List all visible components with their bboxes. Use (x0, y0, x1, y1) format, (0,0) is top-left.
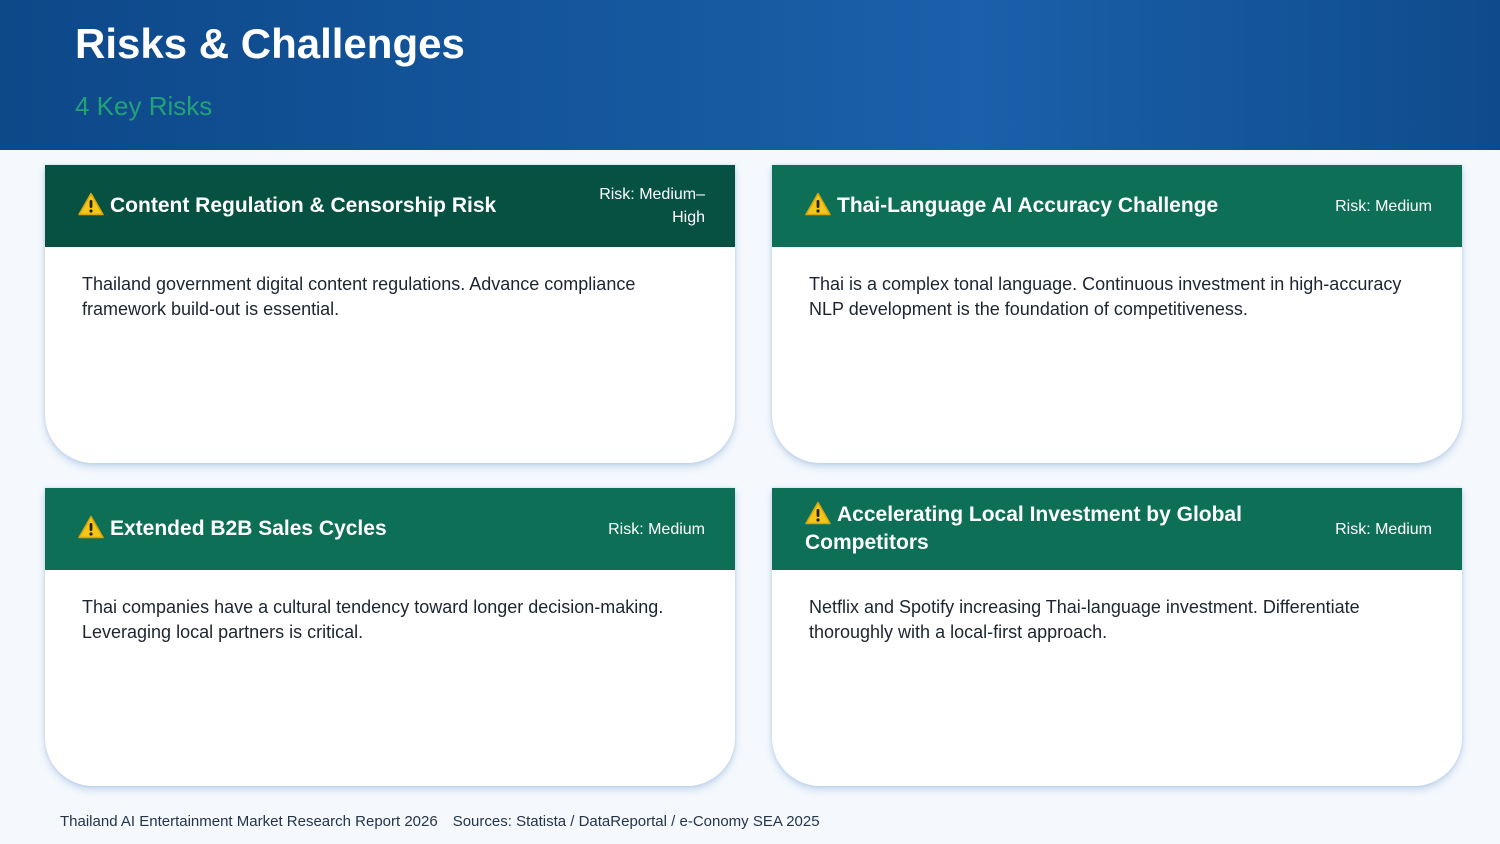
risk-card-header: Thai-Language AI Accuracy Challenge Risk… (772, 165, 1462, 247)
risk-card-title: Content Regulation & Censorship Risk (78, 165, 528, 247)
warning-icon (78, 515, 104, 539)
warning-icon (805, 192, 831, 216)
risk-card-thai-language-ai: Thai-Language AI Accuracy Challenge Risk… (772, 165, 1462, 463)
risk-card-title: Thai-Language AI Accuracy Challenge (805, 165, 1255, 247)
footer-report-title: Thailand AI Entertainment Market Researc… (60, 813, 438, 830)
risk-card-title: Extended B2B Sales Cycles (78, 488, 528, 570)
risk-card-content-regulation: Content Regulation & Censorship Risk Ris… (45, 165, 735, 463)
risk-level-label: Risk: Medium (608, 520, 705, 538)
warning-icon (805, 501, 831, 525)
risk-card-description: Netflix and Spotify increasing Thai-lang… (809, 597, 1360, 642)
footer-sources: Sources: Statista / DataReportal / e-Con… (452, 813, 820, 830)
risk-card-title: Accelerating Local Investment by Global … (805, 501, 1242, 554)
footer: Thailand AI Entertainment Market Researc… (60, 812, 820, 832)
risk-level-label: Risk: Medium (1335, 520, 1432, 538)
header-banner: Risks & Challenges 4 Key Risks (0, 0, 1500, 150)
risk-level-label: Risk: Medium– High (599, 186, 705, 226)
risk-card-description: Thai is a complex tonal language. Contin… (809, 274, 1402, 319)
page-subtitle: 4 Key Risks (75, 91, 213, 121)
risk-card-header: Extended B2B Sales Cycles Risk: Medium (45, 488, 735, 570)
risk-level-label: Risk: Medium (1335, 197, 1432, 215)
warning-icon (78, 192, 104, 216)
risk-card-header: Accelerating Local Investment by Global … (772, 488, 1462, 570)
risk-card-description: Thailand government digital content regu… (82, 274, 636, 319)
risk-card-header: Content Regulation & Censorship Risk Ris… (45, 165, 735, 247)
risk-card-b2b-sales-cycles: Extended B2B Sales Cycles Risk: Medium T… (45, 488, 735, 786)
risk-card-global-competitors: Accelerating Local Investment by Global … (772, 488, 1462, 786)
risk-card-description: Thai companies have a cultural tendency … (82, 597, 664, 642)
page-title: Risks & Challenges (75, 20, 465, 67)
